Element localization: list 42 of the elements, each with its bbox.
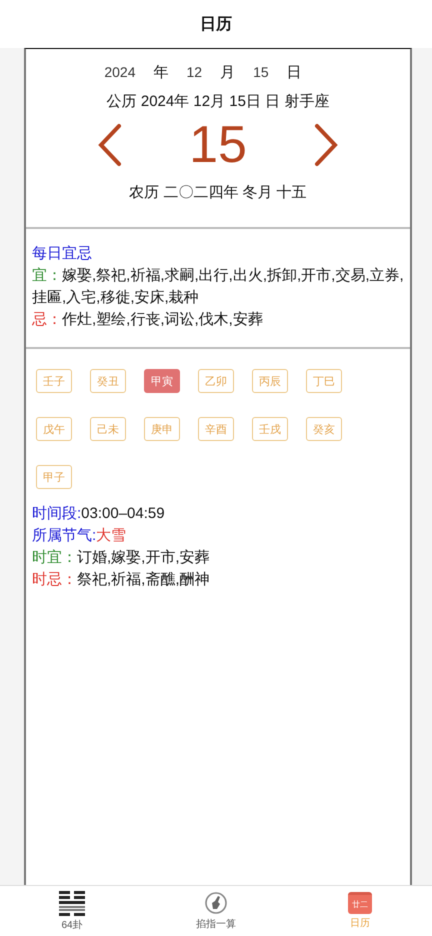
hour-yi-label: 时宜： (32, 549, 77, 566)
tab-bar-item[interactable]: 廿二 日历 (288, 886, 432, 936)
hour-chip[interactable]: 丁巳 (306, 369, 342, 393)
date-picker-value[interactable]: 2024 (90, 64, 150, 80)
period-value: 03:00–04:59 (81, 505, 165, 522)
next-day-icon[interactable] (312, 123, 339, 167)
hour-chip[interactable]: 庚申 (144, 417, 180, 441)
hexagram-icon (59, 890, 85, 916)
hour-chip[interactable]: 甲子 (36, 465, 72, 489)
tab-bar-item[interactable]: 64卦 (0, 886, 144, 936)
hour-chip[interactable]: 乙卯 (198, 369, 234, 393)
hour-chip[interactable]: 甲寅 (144, 369, 180, 393)
hour-chip[interactable]: 癸丑 (90, 369, 126, 393)
day-number: 15 (189, 117, 247, 173)
section-title: 每日宜忌 (32, 244, 93, 264)
page-title: 日历 (200, 14, 232, 34)
hour-chip[interactable]: 癸亥 (306, 417, 342, 441)
date-picker-value[interactable]: 15 (239, 64, 283, 80)
term-value: 大雪 (96, 527, 126, 544)
lunar-date: 农历 二〇二四年 冬月 十五 (129, 183, 307, 202)
hour-yi-text: 订婚,嫁娶,开市,安葬 (77, 549, 210, 566)
term-label: 所属节气: (32, 527, 96, 544)
hour-ji-label: 时忌： (32, 571, 77, 588)
hour-chip[interactable]: 己未 (90, 417, 126, 441)
hour-chip[interactable]: 辛酉 (198, 417, 234, 441)
hour-chip[interactable]: 丙辰 (252, 369, 288, 393)
date-picker-value[interactable]: 12 (172, 64, 216, 80)
previous-day-icon[interactable] (97, 123, 124, 167)
period-label: 时间段: (32, 505, 82, 522)
date-unit: 年 (152, 63, 170, 82)
hand-icon (204, 891, 228, 915)
hour-chip[interactable]: 戊午 (36, 417, 72, 441)
suitable-activities: 宜：嫁娶,祭祀,祈福,求嗣,出行,出火,拆卸,开市,交易,立券,挂匾,入宅,移徙,安床,栽种 (32, 266, 404, 308)
avoid-activities: 忌：作灶,塑绘,行丧,词讼,伐木,安葬 (32, 310, 264, 330)
hour-chip[interactable]: 壬戌 (252, 417, 288, 441)
date-unit: 日 (286, 63, 303, 82)
calendar-icon: 廿二 (348, 892, 372, 914)
tab-bar-item[interactable]: 掐指一算 (144, 886, 288, 936)
solar-date: 公历 2024年 12月 15日 日 射手座 (106, 92, 330, 111)
date-unit: 月 (219, 63, 236, 82)
hour-ji-text: 祭祀,祈福,斋醮,酬神 (77, 571, 210, 588)
hour-chip[interactable]: 壬子 (36, 369, 72, 393)
